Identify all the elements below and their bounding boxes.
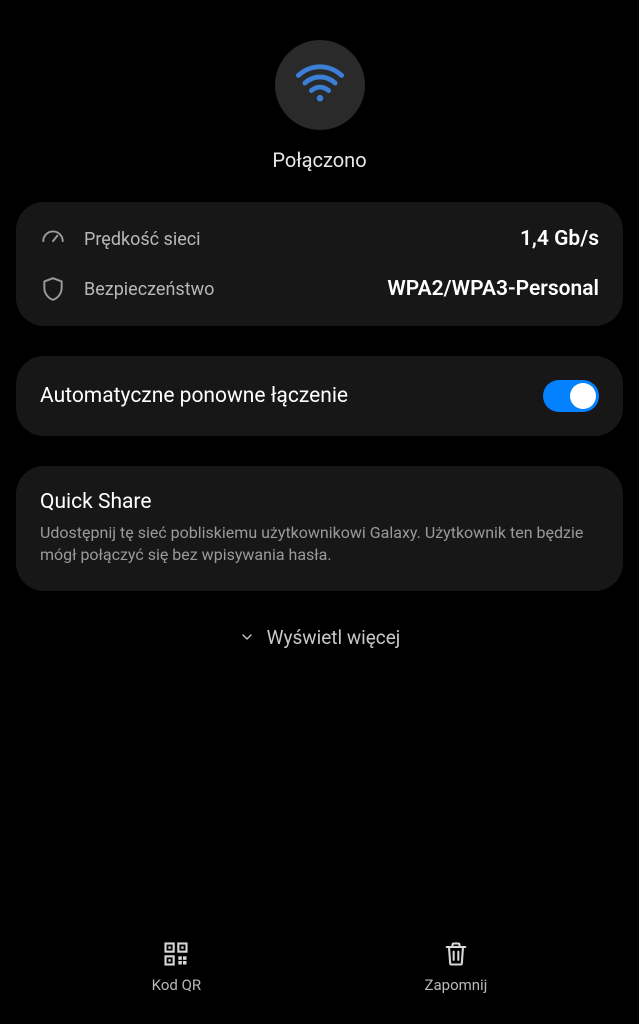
auto-reconnect-toggle[interactable] (543, 380, 599, 412)
speed-label: Prędkość sieci (84, 229, 201, 250)
qr-code-button[interactable]: Kod QR (152, 940, 202, 994)
security-label: Bezpieczeństwo (84, 279, 214, 300)
qr-code-icon (162, 940, 190, 968)
auto-reconnect-row: Automatyczne ponowne łączenie (40, 380, 599, 412)
wifi-icon-container (275, 40, 365, 130)
security-value: WPA2/WPA3-Personal (387, 277, 599, 301)
auto-reconnect-label: Automatyczne ponowne łączenie (40, 384, 348, 408)
speedometer-icon (40, 226, 66, 252)
show-more-button[interactable]: Wyświetl więcej (0, 626, 639, 649)
forget-button[interactable]: Zapomnij (425, 940, 488, 994)
chevron-down-icon (239, 629, 255, 645)
connection-status: Połączono (272, 148, 366, 172)
speed-row[interactable]: Prędkość sieci 1,4 Gb/s (40, 226, 599, 252)
security-row[interactable]: Bezpieczeństwo WPA2/WPA3-Personal (40, 276, 599, 302)
bottom-actions-bar: Kod QR Zapomnij (0, 920, 639, 1024)
forget-label: Zapomnij (425, 976, 488, 994)
wifi-header: Połączono (0, 0, 639, 202)
speed-value: 1,4 Gb/s (520, 227, 599, 251)
auto-reconnect-card: Automatyczne ponowne łączenie (16, 356, 623, 436)
speed-left: Prędkość sieci (40, 226, 201, 252)
security-left: Bezpieczeństwo (40, 276, 214, 302)
quick-share-description: Udostępnij tę sieć pobliskiemu użytkowni… (40, 522, 599, 567)
network-info-card: Prędkość sieci 1,4 Gb/s Bezpieczeństwo W… (16, 202, 623, 326)
trash-icon (442, 940, 470, 968)
qr-code-label: Kod QR (152, 976, 202, 994)
wifi-icon (294, 57, 346, 113)
show-more-label: Wyświetl więcej (267, 626, 401, 649)
shield-icon (40, 276, 66, 302)
content-container: Prędkość sieci 1,4 Gb/s Bezpieczeństwo W… (0, 202, 639, 591)
quick-share-title: Quick Share (40, 490, 599, 514)
toggle-thumb (570, 383, 596, 409)
quick-share-card[interactable]: Quick Share Udostępnij tę sieć pobliskie… (16, 466, 623, 591)
